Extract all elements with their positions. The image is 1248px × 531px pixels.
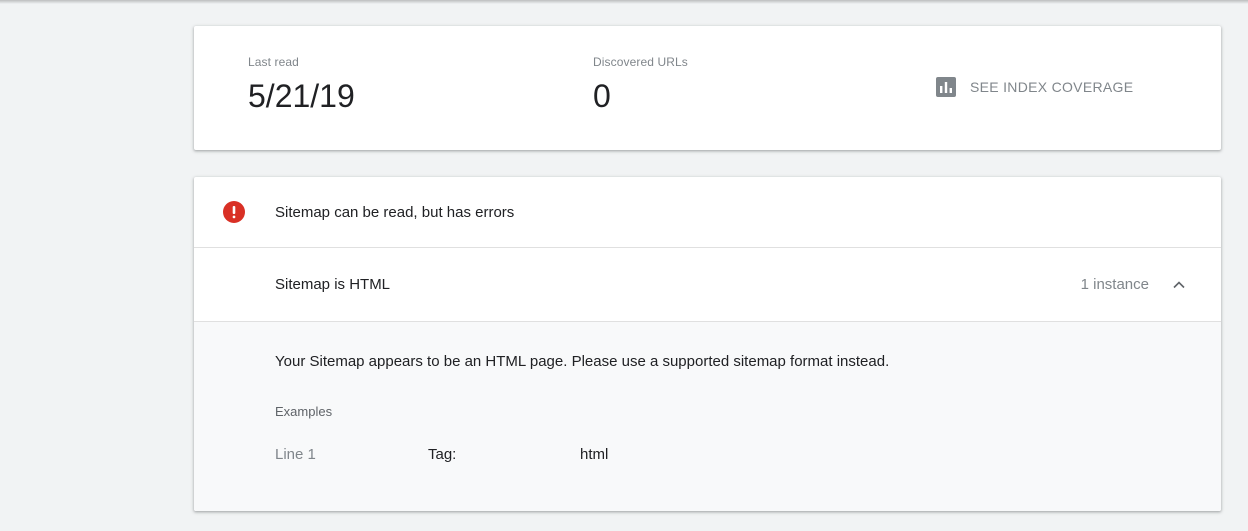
sitemap-status-row: Sitemap can be read, but has errors: [194, 177, 1221, 248]
sitemap-errors-card: Sitemap can be read, but has errors Site…: [194, 177, 1221, 511]
sitemap-summary-card: Last read 5/21/19 Discovered URLs 0 SEE …: [194, 26, 1221, 150]
discovered-urls-stat: Discovered URLs 0: [593, 54, 688, 116]
chevron-up-icon[interactable]: [1171, 277, 1187, 293]
issue-title: Sitemap is HTML: [275, 276, 391, 293]
example-tag-label: Tag:: [428, 446, 457, 463]
sitemap-status-text: Sitemap can be read, but has errors: [275, 204, 515, 221]
app-bar-shadow: [0, 0, 1248, 4]
issue-detail-panel: Your Sitemap appears to be an HTML page.…: [194, 322, 1221, 511]
issue-description: Your Sitemap appears to be an HTML page.…: [275, 353, 890, 370]
see-index-coverage-label: SEE INDEX COVERAGE: [970, 79, 1134, 95]
last-read-stat: Last read 5/21/19: [248, 54, 355, 116]
error-icon: [223, 201, 245, 223]
example-line-number: Line 1: [275, 446, 316, 463]
issue-instance-count: 1 instance: [1080, 276, 1149, 293]
last-read-value: 5/21/19: [248, 78, 355, 114]
example-row: Line 1 Tag: html: [275, 445, 1075, 467]
discovered-urls-value: 0: [593, 78, 611, 114]
example-tag-value: html: [580, 446, 609, 463]
see-index-coverage-button[interactable]: SEE INDEX COVERAGE: [936, 77, 1133, 97]
bar-chart-icon: [936, 77, 956, 97]
examples-label: Examples: [275, 404, 333, 419]
last-read-label: Last read: [248, 55, 299, 69]
discovered-urls-label: Discovered URLs: [593, 55, 688, 69]
issue-sitemap-is-html-row[interactable]: Sitemap is HTML 1 instance: [194, 249, 1221, 322]
